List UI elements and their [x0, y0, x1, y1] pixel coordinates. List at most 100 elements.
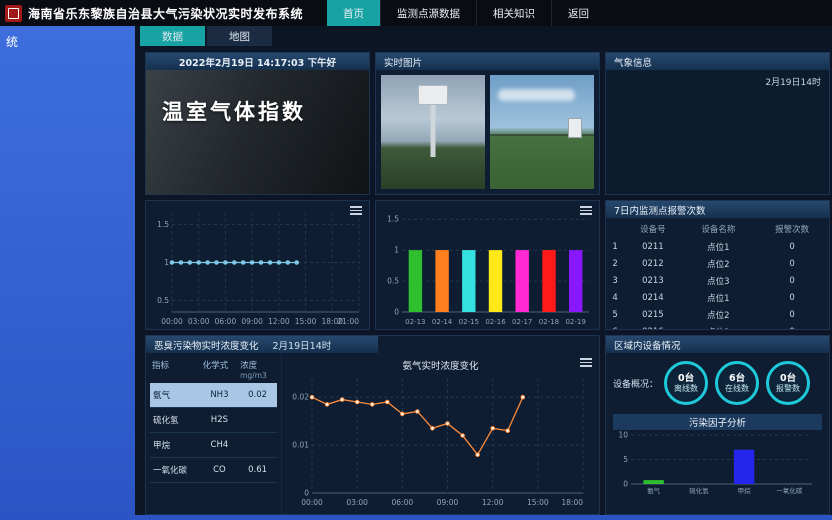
svg-text:12:00: 12:00 [482, 498, 504, 507]
svg-text:10: 10 [618, 431, 628, 440]
monitor-photo-1 [381, 75, 485, 189]
svg-text:02-14: 02-14 [432, 318, 453, 326]
svg-text:00:00: 00:00 [161, 317, 183, 326]
svg-text:一氧化碳: 一氧化碳 [776, 486, 803, 495]
nav-item-monitor-data[interactable]: 监测点源数据 [380, 0, 476, 26]
odor-col-header: 指标 [150, 356, 201, 383]
svg-text:1: 1 [394, 246, 399, 255]
svg-text:02-17: 02-17 [512, 318, 532, 326]
device-stat-offline: 0台离线数 [664, 361, 708, 405]
alarm-col-header: 报警次数 [755, 220, 829, 238]
svg-text:1.5: 1.5 [157, 220, 169, 229]
svg-text:0.02: 0.02 [292, 393, 309, 402]
svg-text:0.5: 0.5 [157, 296, 169, 305]
device-overview-label: 设备概况： [613, 377, 658, 390]
ammonia-chart-title: 氨气实时浓度变化 [282, 353, 599, 372]
odor-row[interactable]: 甲烷CH4 [150, 433, 277, 458]
device-overview-row: 设备概况： 0台离线数6台在线数0台报警数 [613, 361, 822, 405]
svg-text:0.5: 0.5 [387, 277, 399, 286]
tab-map[interactable]: 地图 [207, 26, 272, 46]
odor-header: 恶臭污染物实时浓度变化 2月19日14时 [146, 336, 378, 353]
odor-col-header: 浓度mg/m3 [238, 356, 277, 383]
monitor-photo-2 [490, 75, 594, 189]
dashboard: 2022年2月19日 14:17:03 下午好 温室气体指数 实时图片 气象 [135, 46, 832, 515]
alarm-row: 60216点位30 [606, 323, 829, 330]
top-bar: 海南省乐东黎族自治县大气污染状况实时发布系统 首页监测点源数据相关知识返回 [0, 0, 832, 26]
svg-text:06:00: 06:00 [392, 498, 414, 507]
weather-header: 气象信息 [606, 53, 829, 70]
svg-text:02-16: 02-16 [485, 318, 506, 326]
alarm-row: 40214点位10 [606, 289, 829, 306]
alarm-header: 7日内监测点报警次数 [606, 201, 829, 218]
nav-item-back[interactable]: 返回 [551, 0, 605, 26]
devices-header: 区域内设备情况 [606, 336, 829, 353]
nav-item-home[interactable]: 首页 [327, 0, 380, 26]
odor-panel: 恶臭污染物实时浓度变化 2月19日14时 指标化学式浓度mg/m3氨气NH30.… [145, 335, 600, 515]
svg-text:02-15: 02-15 [459, 318, 479, 326]
svg-text:15:00: 15:00 [527, 498, 549, 507]
svg-text:0: 0 [623, 480, 628, 489]
svg-text:06:00: 06:00 [215, 317, 237, 326]
app-title: 海南省乐东黎族自治县大气污染状况实时发布系统 [28, 5, 303, 22]
daily-bars-panel: 00.511.502-1302-1402-1502-1602-1702-1802… [375, 200, 600, 330]
weather-panel: 气象信息 2月19日14时 [605, 52, 830, 195]
alarm-row: 20212点位20 [606, 255, 829, 272]
alarm-panel: 7日内监测点报警次数 设备号设备名称报警次数10211点位1020212点位20… [605, 200, 830, 330]
odor-table: 指标化学式浓度mg/m3氨气NH30.02硫化氢H2S甲烷CH4一氧化碳CO0.… [150, 356, 277, 483]
device-stats: 0台离线数6台在线数0台报警数 [664, 361, 810, 405]
daily-bar-chart: 00.511.502-1302-1402-1502-1602-1702-1802… [376, 201, 599, 327]
ammonia-chart-wrap: 氨气实时浓度变化 00.010.0200:0003:0006:0009:0012… [282, 353, 599, 514]
svg-text:09:00: 09:00 [437, 498, 459, 507]
odor-body: 指标化学式浓度mg/m3氨气NH30.02硫化氢H2S甲烷CH4一氧化碳CO0.… [146, 353, 599, 514]
svg-text:15:00: 15:00 [295, 317, 317, 326]
weather-body: 2月19日14时 [606, 70, 829, 194]
main-nav: 首页监测点源数据相关知识返回 [327, 0, 605, 26]
greeting-panel: 2022年2月19日 14:17:03 下午好 温室气体指数 [145, 52, 370, 195]
odor-row[interactable]: 硫化氢H2S [150, 408, 277, 433]
alarm-row: 30213点位30 [606, 272, 829, 289]
svg-text:0: 0 [304, 489, 309, 498]
svg-text:1: 1 [164, 258, 169, 267]
devices-body: 设备概况： 0台离线数6台在线数0台报警数 污染因子分析 0510氨气硫化氢甲烷… [606, 353, 829, 500]
svg-text:03:00: 03:00 [188, 317, 210, 326]
svg-text:02-19: 02-19 [565, 318, 585, 326]
svg-text:18:00: 18:00 [561, 498, 583, 507]
sidebar-label: 统 [6, 35, 18, 49]
svg-text:02-18: 02-18 [539, 318, 559, 326]
svg-text:0.01: 0.01 [292, 441, 309, 450]
svg-text:02-13: 02-13 [405, 318, 425, 326]
device-stat-online: 6台在线数 [715, 361, 759, 405]
chart-menu-icon[interactable] [580, 206, 592, 216]
monitor-cabinet [568, 118, 582, 138]
photos-panel: 实时图片 [375, 52, 600, 195]
app-logo-icon [5, 5, 22, 22]
chart-menu-icon[interactable] [580, 358, 592, 368]
svg-text:甲烷: 甲烷 [738, 486, 752, 495]
odor-table-wrap: 指标化学式浓度mg/m3氨气NH30.02硫化氢H2S甲烷CH4一氧化碳CO0.… [146, 353, 282, 514]
nav-item-knowledge[interactable]: 相关知识 [476, 0, 551, 26]
tab-bar: 数据地图 [135, 26, 832, 46]
odor-header-text: 恶臭污染物实时浓度变化 [154, 338, 259, 352]
ammonia-line-chart: 00.010.0200:0003:0006:0009:0012:0015:001… [282, 372, 595, 508]
alarm-row: 50215点位20 [606, 306, 829, 323]
sidebar[interactable]: 统 [0, 26, 135, 520]
svg-text:21:00: 21:00 [337, 317, 359, 326]
gas-index-chart-panel: 0.511.500:0003:0006:0009:0012:0015:0018:… [145, 200, 370, 330]
chart-menu-icon[interactable] [350, 206, 362, 216]
svg-text:硫化氢: 硫化氢 [689, 486, 709, 495]
svg-text:00:00: 00:00 [301, 498, 323, 507]
odor-row[interactable]: 氨气NH30.02 [150, 383, 277, 408]
odor-col-header: 化学式 [201, 356, 238, 383]
greeting-header: 2022年2月19日 14:17:03 下午好 [146, 53, 369, 70]
weather-date: 2月19日14时 [765, 75, 821, 88]
odor-row[interactable]: 一氧化碳CO0.61 [150, 458, 277, 483]
alarm-col-header: 设备名称 [682, 220, 756, 238]
svg-text:5: 5 [623, 455, 628, 464]
monitor-device [418, 85, 448, 105]
photos-header: 实时图片 [376, 53, 599, 70]
alarm-row: 10211点位10 [606, 238, 829, 255]
greenhouse-banner: 温室气体指数 [146, 70, 369, 194]
photo-strip [376, 70, 599, 194]
gas-index-line-chart: 0.511.500:0003:0006:0009:0012:0015:0018:… [146, 201, 369, 327]
tab-data[interactable]: 数据 [140, 26, 205, 46]
